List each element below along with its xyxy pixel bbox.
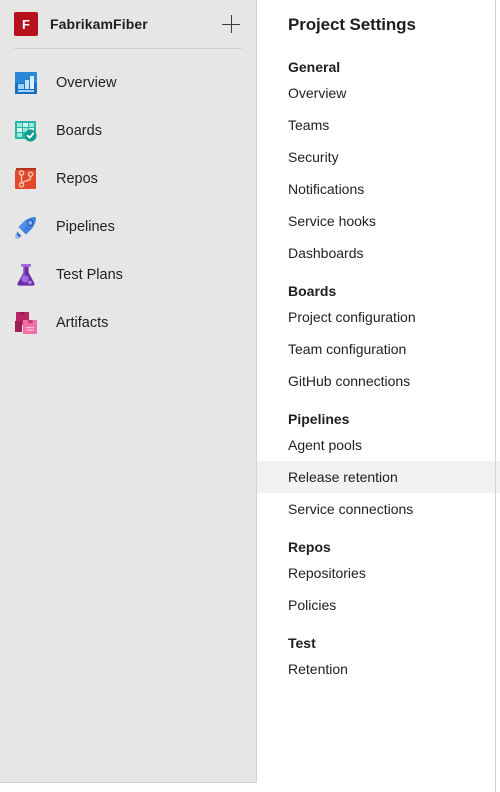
sidebar-item-repos[interactable]: Repos: [0, 155, 256, 203]
settings-nav: General Overview Teams Security Notifica…: [257, 35, 500, 685]
settings-link-release-retention[interactable]: Release retention: [257, 461, 500, 493]
pipelines-rocket-icon: [12, 213, 40, 241]
boards-grid-check-icon: [12, 117, 40, 145]
project-name[interactable]: FabrikamFiber: [50, 16, 218, 32]
sidebar-item-artifacts[interactable]: Artifacts: [0, 299, 256, 347]
project-sidebar: F FabrikamFiber Overview Boards Repos Pi…: [0, 0, 257, 783]
settings-link-policies[interactable]: Policies: [257, 589, 500, 621]
plus-icon[interactable]: [218, 11, 244, 37]
settings-group-boards: Boards: [288, 283, 337, 299]
sidebar-item-label: Pipelines: [56, 219, 115, 235]
project-avatar: F: [14, 12, 38, 36]
project-settings-page: F FabrikamFiber Overview Boards Repos Pi…: [0, 0, 500, 792]
settings-group-pipelines: Pipelines: [288, 411, 350, 427]
sidebar-item-label: Repos: [56, 171, 98, 187]
settings-link-security[interactable]: Security: [257, 141, 500, 173]
settings-link-overview[interactable]: Overview: [257, 77, 500, 109]
settings-link-project-configuration[interactable]: Project configuration: [257, 301, 500, 333]
settings-link-team-configuration[interactable]: Team configuration: [257, 333, 500, 365]
sidebar-item-test-plans[interactable]: Test Plans: [0, 251, 256, 299]
settings-link-retention[interactable]: Retention: [257, 653, 500, 685]
settings-link-github-connections[interactable]: GitHub connections: [257, 365, 500, 397]
test-plans-flask-icon: [12, 261, 40, 289]
project-header: F FabrikamFiber: [0, 0, 256, 48]
sidebar-item-label: Artifacts: [56, 315, 109, 331]
settings-link-agent-pools[interactable]: Agent pools: [257, 429, 500, 461]
settings-group-repos: Repos: [288, 539, 331, 555]
sidebar-item-overview[interactable]: Overview: [0, 59, 256, 107]
settings-link-service-connections[interactable]: Service connections: [257, 493, 500, 525]
product-nav: Overview Boards Repos Pipelines Test Pla…: [0, 49, 256, 347]
settings-link-service-hooks[interactable]: Service hooks: [257, 205, 500, 237]
project-settings-panel: Project Settings General Overview Teams …: [257, 0, 500, 792]
sidebar-item-label: Boards: [56, 123, 102, 139]
settings-link-notifications[interactable]: Notifications: [257, 173, 500, 205]
sidebar-item-boards[interactable]: Boards: [0, 107, 256, 155]
repos-branch-icon: [12, 165, 40, 193]
settings-link-teams[interactable]: Teams: [257, 109, 500, 141]
page-title: Project Settings: [288, 15, 416, 34]
sidebar-item-label: Overview: [56, 75, 117, 91]
overview-chart-icon: [12, 69, 40, 97]
settings-group-test: Test: [288, 635, 316, 651]
sidebar-item-label: Test Plans: [56, 267, 123, 283]
settings-group-general: General: [288, 59, 341, 75]
settings-link-dashboards[interactable]: Dashboards: [257, 237, 500, 269]
settings-link-repositories[interactable]: Repositories: [257, 557, 500, 589]
artifacts-boxes-icon: [12, 309, 40, 337]
sidebar-item-pipelines[interactable]: Pipelines: [0, 203, 256, 251]
